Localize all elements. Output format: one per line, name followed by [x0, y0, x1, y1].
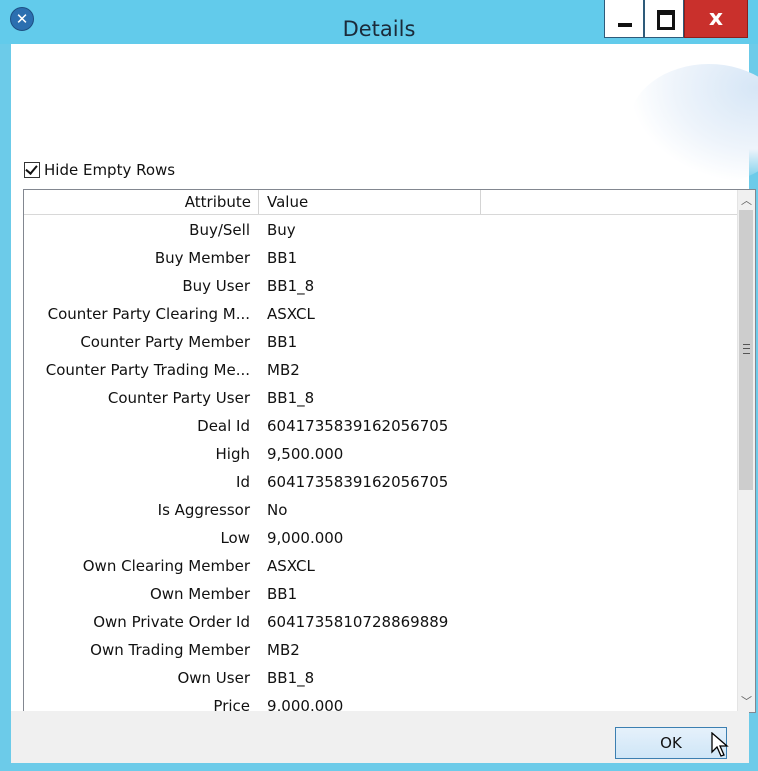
- attribute-cell: Own Private Order Id: [93, 613, 250, 631]
- attribute-cell: Id: [236, 473, 250, 491]
- mouse-cursor-icon: [711, 732, 729, 757]
- value-cell: BB1_8: [267, 389, 315, 407]
- hide-empty-rows-checkbox[interactable]: [24, 162, 40, 178]
- grid-header: Attribute Value: [24, 190, 739, 215]
- attribute-cell: Buy Member: [154, 249, 250, 267]
- attribute-cell: Counter Party Trading Me...: [45, 361, 250, 379]
- value-cell: 9,000.000: [267, 697, 344, 713]
- value-cell: 6041735839162056705: [267, 473, 449, 491]
- attribute-cell: Is Aggressor: [157, 501, 250, 519]
- value-cell: ASXCL: [267, 305, 315, 323]
- scroll-up-icon[interactable]: ︿: [738, 192, 755, 209]
- table-row[interactable]: Price 9,000.000: [24, 692, 739, 713]
- value-cell: ASXCL: [267, 557, 315, 575]
- table-row[interactable]: Own Private Order Id 6041735810728869889: [24, 608, 739, 636]
- value-cell: BB1_8: [267, 669, 315, 687]
- table-row[interactable]: Counter Party Trading Me... MB2: [24, 356, 739, 384]
- hide-empty-rows-option[interactable]: Hide Empty Rows: [24, 160, 175, 180]
- close-icon: x: [708, 6, 724, 31]
- value-cell: BB1: [267, 585, 298, 603]
- table-row[interactable]: Buy/Sell Buy: [24, 216, 739, 244]
- value-cell: 9,000.000: [267, 529, 344, 547]
- column-header-attribute[interactable]: Attribute: [24, 190, 259, 214]
- decorative-swoosh: [629, 64, 758, 184]
- value-cell: MB2: [267, 641, 300, 659]
- table-row[interactable]: Buy User BB1_8: [24, 272, 739, 300]
- value-cell: 9,500.000: [267, 445, 344, 463]
- table-row[interactable]: Own Trading Member MB2: [24, 636, 739, 664]
- table-row[interactable]: High 9,500.000: [24, 440, 739, 468]
- table-row[interactable]: Own Clearing Member ASXCL: [24, 552, 739, 580]
- attribute-cell: Buy User: [182, 277, 250, 295]
- value-cell: No: [267, 501, 288, 519]
- title-bar[interactable]: ✕ Details x: [0, 0, 758, 44]
- maximize-button[interactable]: [644, 0, 684, 38]
- scrollbar-thumb[interactable]: [739, 210, 753, 490]
- column-header-value[interactable]: Value: [259, 190, 481, 214]
- minimize-button[interactable]: [604, 0, 644, 38]
- table-row[interactable]: Low 9,000.000: [24, 524, 739, 552]
- attribute-cell: Price: [213, 697, 250, 713]
- attribute-cell: Low: [220, 529, 250, 547]
- table-row[interactable]: Deal Id 6041735839162056705: [24, 412, 739, 440]
- table-row[interactable]: Own Member BB1: [24, 580, 739, 608]
- grid-rows: Buy/Sell Buy Buy Member BB1 Buy User BB1_8 Cou…: [24, 216, 739, 713]
- value-cell: Buy: [267, 221, 296, 239]
- table-row[interactable]: Counter Party User BB1_8: [24, 384, 739, 412]
- minimize-icon: [618, 23, 632, 27]
- attribute-cell: Counter Party Clearing M...: [47, 305, 250, 323]
- table-row[interactable]: Id 6041735839162056705: [24, 468, 739, 496]
- details-grid[interactable]: Attribute Value Buy/Sell Buy Buy Member BB1…: [23, 189, 756, 713]
- table-row[interactable]: Counter Party Clearing M... ASXCL: [24, 300, 739, 328]
- close-button[interactable]: x: [684, 0, 748, 38]
- table-row[interactable]: Is Aggressor No: [24, 496, 739, 524]
- value-cell: BB1_8: [267, 277, 315, 295]
- value-cell: BB1: [267, 249, 298, 267]
- value-cell: 6041735839162056705: [267, 417, 449, 435]
- attribute-cell: Own Trading Member: [90, 641, 250, 659]
- attribute-cell: Counter Party Member: [80, 333, 250, 351]
- table-row[interactable]: Buy Member BB1: [24, 244, 739, 272]
- attribute-cell: Buy/Sell: [189, 221, 250, 239]
- details-window: ✕ Details x Hide Empty Rows Attribute Va…: [0, 0, 758, 771]
- attribute-cell: Own User: [177, 669, 250, 687]
- attribute-cell: Deal Id: [197, 417, 250, 435]
- value-cell: 6041735810728869889: [267, 613, 449, 631]
- table-row[interactable]: Own User BB1_8: [24, 664, 739, 692]
- attribute-cell: Own Clearing Member: [82, 557, 250, 575]
- maximize-icon: [657, 10, 675, 30]
- value-cell: MB2: [267, 361, 300, 379]
- vertical-scrollbar[interactable]: ︿ ﹀: [737, 190, 755, 712]
- hide-empty-rows-label[interactable]: Hide Empty Rows: [44, 161, 175, 179]
- attribute-cell: High: [215, 445, 250, 463]
- attribute-cell: Counter Party User: [107, 389, 250, 407]
- grip-icon: [743, 344, 750, 354]
- scroll-down-icon[interactable]: ﹀: [738, 693, 755, 710]
- value-cell: BB1: [267, 333, 298, 351]
- attribute-cell: Own Member: [149, 585, 250, 603]
- dialog-content: Hide Empty Rows Attribute Value Buy/Sell…: [11, 44, 758, 763]
- table-row[interactable]: Counter Party Member BB1: [24, 328, 739, 356]
